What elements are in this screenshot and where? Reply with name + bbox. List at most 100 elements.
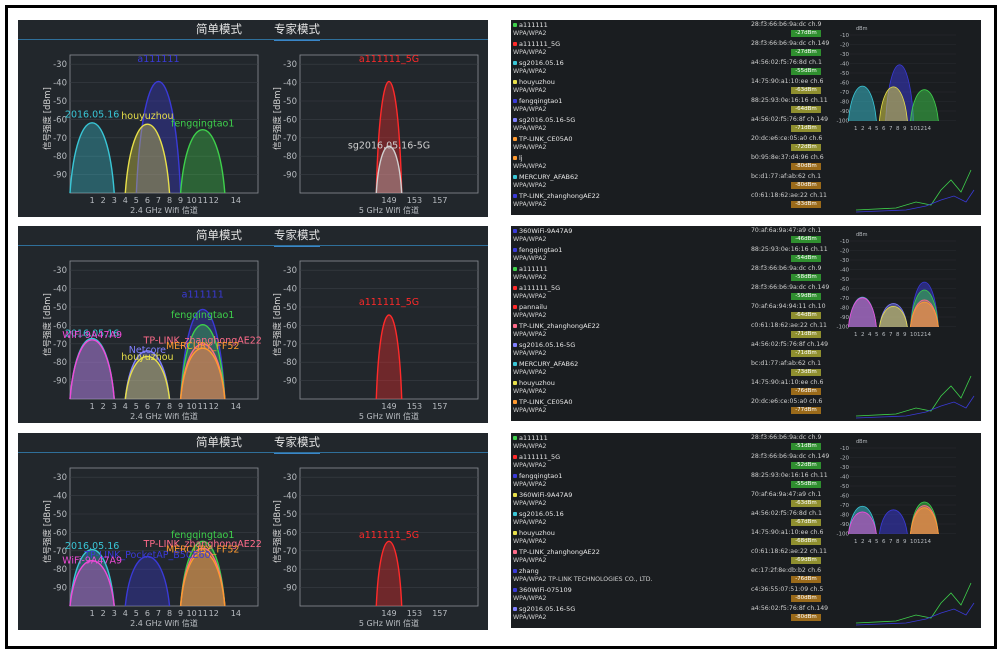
mini-signal-chart: dBm-10-20-30-40-50-60-70-80-90-1001 2 4 5 6 7… bbox=[836, 226, 976, 421]
list-item[interactable]: a111111 WPA/WPA2 28:f3:66:b6:9a:dc ch.9 -51… bbox=[511, 434, 831, 454]
x-tick-label: 7 bbox=[889, 539, 893, 545]
x-tick-label: 5 bbox=[134, 402, 139, 411]
mac-channel: b0:95:8e:37:d4:96 ch.6 bbox=[751, 154, 824, 161]
list-item[interactable]: TP-LINK_CE05A0 WPA/WPA2 20:dc:e6:ce:05:a0 … bbox=[511, 398, 831, 418]
security-type: WPA/WPA2 bbox=[513, 49, 547, 56]
y-tick-label: -80 bbox=[53, 152, 67, 162]
y-tick-label: -90 bbox=[283, 584, 297, 594]
network-label: a111111 bbox=[137, 54, 179, 65]
security-type: WPA/WPA2 bbox=[513, 500, 547, 507]
y-tick-label: -80 bbox=[283, 152, 297, 162]
y-tick-label: -80 bbox=[53, 565, 67, 575]
network-label: WiFi-9A47A9 bbox=[62, 556, 122, 567]
color-marker-icon bbox=[513, 493, 517, 497]
list-item[interactable]: houyuzhou WPA/WPA2 14:75:90:a1:10:ee ch.6 -… bbox=[511, 529, 831, 549]
collage-frame: 简单模式 专家模式 信号强度 [dBm] -30 -40 -50 -60 -70 -80 -90 1… bbox=[5, 5, 997, 649]
security-type: WPA/WPA2 bbox=[513, 201, 547, 208]
signal-badge: -46dBm bbox=[791, 236, 821, 243]
list-item[interactable]: a111111_5G WPA/WPA2 28:f3:66:b6:9a:dc ch.1… bbox=[511, 40, 831, 60]
y-tick-label: -90 bbox=[53, 171, 67, 181]
list-item[interactable]: sg2016.05.16 WPA/WPA2 a4:56:02:f5:76:8d ch… bbox=[511, 510, 831, 530]
list-item[interactable]: lj WPA/WPA2 b0:95:8e:37:d4:96 ch.6 -80dBm bbox=[511, 154, 831, 174]
security-type: WPA/WPA2 bbox=[513, 182, 547, 189]
list-item[interactable]: houyuzhou WPA/WPA2 14:75:90:a1:10:ee ch.6 -… bbox=[511, 78, 831, 98]
list-item[interactable]: sg2016.05.16-5G WPA/WPA2 a4:56:02:f5:76:8f… bbox=[511, 341, 831, 361]
list-item[interactable]: TP-LINK_zhanghongAE22 WPA/WPA2 c0:61:18:62… bbox=[511, 548, 831, 568]
network-name: sg2016.05.16-5G bbox=[513, 605, 575, 613]
list-item[interactable]: houyuzhou WPA/WPA2 14:75:90:a1:10:ee ch.6 -… bbox=[511, 379, 831, 399]
signal-badge: -76dBm bbox=[791, 388, 821, 395]
y-tick-label: -30 bbox=[840, 465, 849, 471]
x-tick-label: 5 bbox=[875, 332, 879, 338]
list-item[interactable]: MERCURY_AFAB62 WPA/WPA2 bc:d1:77:af:ab:62 … bbox=[511, 360, 831, 380]
list-item[interactable]: TP-LINK_zhanghongAE22 WPA/WPA2 c0:61:18:62… bbox=[511, 192, 831, 212]
security-type: WPA/WPA2 bbox=[513, 595, 547, 602]
network-label: houyuzhou bbox=[121, 352, 173, 363]
list-item[interactable]: a111111 WPA/WPA2 28:f3:66:b6:9a:dc ch.9 -58… bbox=[511, 265, 831, 285]
mac-channel: a4:56:02:f5:76:8f ch.149 bbox=[751, 605, 829, 612]
x-tick-label: 4 bbox=[868, 126, 872, 132]
x-tick-label: 6 bbox=[882, 332, 886, 338]
x-tick-label: 4 bbox=[123, 402, 128, 411]
list-item[interactable]: fengqingtao1 WPA/WPA2 88:25:93:0e:16:16 ch… bbox=[511, 246, 831, 266]
list-item[interactable]: sg2016.05.16 WPA/WPA2 a4:56:02:f5:76:8d ch… bbox=[511, 59, 831, 79]
list-item[interactable]: 360WiFi-9A47A9 WPA/WPA2 70:af:6a:9a:47:a9 … bbox=[511, 227, 831, 247]
security-type: WPA/WPA2 bbox=[513, 519, 547, 526]
y-tick-label: -50 bbox=[840, 277, 849, 283]
list-item[interactable]: 360WiFi-9A47A9 WPA/WPA2 70:af:6a:9a:47:a9 … bbox=[511, 491, 831, 511]
color-marker-icon bbox=[513, 286, 517, 290]
list-item[interactable]: a111111_5G WPA/WPA2 28:f3:66:b6:9a:dc ch.1… bbox=[511, 453, 831, 473]
x-tick-label: 7 bbox=[889, 126, 893, 132]
y-tick-label: -60 bbox=[840, 81, 849, 87]
y-tick-label: -100 bbox=[837, 325, 850, 331]
x-tick-label: 7 bbox=[156, 402, 161, 411]
security-type: WPA/WPA2 bbox=[513, 87, 547, 94]
list-item[interactable]: TP-LINK_zhanghongAE22 WPA/WPA2 c0:61:18:62… bbox=[511, 322, 831, 342]
x-axis-label: 2.4 GHz Wifi 信道 bbox=[130, 205, 198, 215]
signal-badge: -52dBm bbox=[791, 462, 821, 469]
security-type: WPA/WPA2 bbox=[513, 557, 547, 564]
x-tick-label: 4 bbox=[123, 609, 128, 618]
list-item[interactable]: TP-LINK_CE05A0 WPA/WPA2 20:dc:e6:ce:05:a0 … bbox=[511, 135, 831, 155]
list-item[interactable]: pannailu WPA/WPA2 70:af:6a:94:94:11 ch.10 -… bbox=[511, 303, 831, 323]
y-tick-label: -70 bbox=[840, 90, 849, 96]
signal-badge: -80dBm bbox=[791, 614, 821, 621]
list-item[interactable]: MERCURY_AFAB62 WPA/WPA2 bc:d1:77:af:ab:62 … bbox=[511, 173, 831, 193]
x-tick-label: 153 bbox=[407, 196, 422, 205]
list-item[interactable]: 360WiFi-075109 WPA/WPA2 c4:36:55:07:51:09 … bbox=[511, 586, 831, 606]
color-marker-icon bbox=[513, 607, 517, 611]
color-marker-icon bbox=[513, 474, 517, 478]
mac-channel: 28:f3:66:b6:9a:dc ch.149 bbox=[751, 284, 830, 291]
list-item[interactable]: fengqingtao1 WPA/WPA2 88:25:93:0e:16:16 ch… bbox=[511, 472, 831, 492]
y-tick-label: -40 bbox=[53, 492, 67, 502]
x-tick-label: 7 bbox=[156, 609, 161, 618]
list-item[interactable]: fengqingtao1 WPA/WPA2 88:25:93:0e:16:16 ch… bbox=[511, 97, 831, 117]
security-type: WPA/WPA2 bbox=[513, 68, 547, 75]
network-label: a111111_5G bbox=[359, 54, 419, 65]
y-tick-label: -90 bbox=[283, 171, 297, 181]
x-tick-label: 3 bbox=[112, 196, 117, 205]
signal-badge: -51dBm bbox=[791, 443, 821, 450]
unit-label: dBm bbox=[856, 439, 868, 445]
security-type: WPA/WPA2 bbox=[513, 481, 547, 488]
list-item[interactable]: a111111_5G WPA/WPA2 28:f3:66:b6:9a:dc ch.1… bbox=[511, 284, 831, 304]
list-item[interactable]: a111111 WPA/WPA2 28:f3:66:b6:9a:dc ch.9 -27… bbox=[511, 21, 831, 41]
signal-charts: 信号强度 [dBm]-30-40-50-60-70-80-901 2 3 4 5 6 7 8 9… bbox=[42, 54, 479, 215]
y-tick-label: -90 bbox=[283, 377, 297, 387]
wifi-analyzer-screen: 简单模式 专家模式 信号强度 [dBm] -30 -40 -50 -60 -70 -80 -90 1… bbox=[18, 226, 488, 423]
x-tick-label: 9 bbox=[903, 539, 907, 545]
y-tick-label: -60 bbox=[283, 321, 297, 331]
list-item[interactable]: sg2016.05.16-5G WPA/WPA2 a4:56:02:f5:76:8f… bbox=[511, 605, 831, 625]
security-type: WPA/WPA2 bbox=[513, 614, 547, 621]
y-tick-label: -50 bbox=[840, 484, 849, 490]
y-tick-label: -50 bbox=[53, 97, 67, 107]
network-name: TP-LINK_zhanghongAE22 bbox=[513, 322, 600, 330]
color-marker-icon bbox=[513, 118, 517, 122]
signal-badge: -80dBm bbox=[791, 182, 821, 189]
security-type: WPA/WPA2 bbox=[513, 388, 547, 395]
network-name: a111111_5G bbox=[513, 453, 560, 461]
list-item[interactable]: sg2016.05.16-5G WPA/WPA2 a4:56:02:f5:76:8f… bbox=[511, 116, 831, 136]
signal-charts: 信号强度 [dBm]-30-40-50-60-70-80-901 2 3 4 5 6 7 8 9… bbox=[42, 467, 479, 628]
list-item[interactable]: zhang WPA/WPA2 TP-LINK TECHNOLOGIES CO., … bbox=[511, 567, 831, 587]
x-tick-label: 157 bbox=[432, 196, 447, 205]
